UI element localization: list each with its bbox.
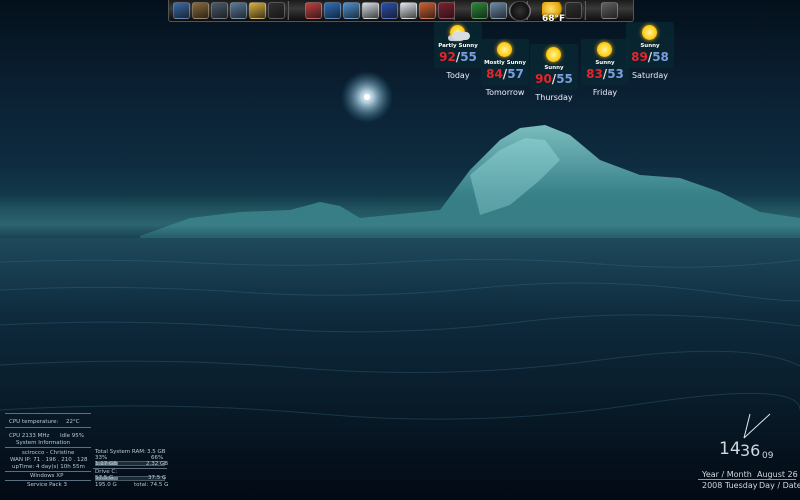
weather-day-name: Today	[446, 71, 470, 80]
low-temp: 55	[460, 50, 477, 64]
high-temp: 90	[535, 72, 552, 86]
drive-used: 57.5 G	[95, 475, 114, 481]
date-value: August 26	[757, 470, 798, 479]
weather-day-box: Partly Sunny 92/55	[434, 22, 482, 68]
pen-icon[interactable]	[565, 2, 582, 19]
weather-day-box: Sunny 89/58	[626, 22, 674, 68]
weather-day-box: Sunny 90/55	[530, 44, 578, 90]
clock-minute: 36	[740, 441, 761, 460]
weather-day-card[interactable]: Mostly Sunny 84/57 Tomorrow	[481, 39, 529, 97]
moon-core	[364, 94, 370, 100]
paint-icon[interactable]	[419, 2, 436, 19]
weather-day-name: Tomorrow	[485, 88, 525, 97]
weather-temps: 83/53	[581, 67, 629, 81]
weather-day-name: Saturday	[631, 71, 669, 80]
player-icon[interactable]	[343, 2, 360, 19]
high-temp: 92	[439, 50, 456, 64]
weather-day-card[interactable]: Sunny 83/53 Friday	[581, 39, 629, 97]
weather-day-name: Friday	[592, 88, 618, 97]
dock-separator	[287, 1, 289, 20]
weather-temps: 84/57	[481, 67, 529, 81]
low-temp: 55	[556, 72, 573, 86]
weather-condition: Partly Sunny	[438, 43, 478, 49]
weather-temp-overlay: 68°F	[542, 14, 566, 24]
year-month-label: Year / Month	[702, 470, 752, 479]
low-temp: 58	[652, 50, 669, 64]
computer-icon[interactable]	[173, 2, 190, 19]
briefcase-icon[interactable]	[192, 2, 209, 19]
low-temp: 53	[607, 67, 624, 81]
low-temp: 57	[507, 67, 524, 81]
drive-total-left: 195.0 G	[95, 482, 117, 488]
high-temp: 89	[631, 50, 648, 64]
media-player-icon[interactable]	[305, 2, 322, 19]
cpu-temp-label: CPU temperature:	[9, 419, 59, 425]
day-date-label: Day / Date	[759, 481, 800, 490]
weather-temps: 92/55	[434, 50, 482, 64]
weather-condition: Sunny	[640, 43, 660, 49]
recycle-bin-icon[interactable]	[211, 2, 228, 19]
sun-icon	[597, 42, 612, 57]
cloud-icon	[452, 32, 470, 40]
browser-icon[interactable]	[324, 2, 341, 19]
clock-seconds: 09	[762, 451, 774, 461]
weather-day-box: Mostly Sunny 84/57	[481, 39, 529, 85]
clipboard-icon[interactable]	[268, 2, 285, 19]
weather-day-card[interactable]: Sunny 89/58 Saturday	[626, 22, 674, 80]
wan-ip: WAN IP: 71 . 196 . 210 . 128	[10, 457, 88, 463]
weather-condition: Mostly Sunny	[484, 60, 526, 66]
document-icon[interactable]	[362, 2, 379, 19]
cpu-idle: Idle 95%	[60, 433, 84, 439]
system-info-heading: System Information	[16, 440, 71, 446]
sun-icon	[497, 42, 512, 57]
divider	[698, 479, 796, 480]
drive-total: total: 74.5 G	[134, 482, 169, 488]
game-icon[interactable]	[471, 2, 488, 19]
gear-icon[interactable]	[490, 2, 507, 19]
service-pack: Service Pack 3	[27, 482, 67, 488]
weather-condition: Sunny	[544, 65, 564, 71]
cpu-freq: CPU 2133 MHz	[9, 433, 50, 439]
weather-day-box: Sunny 83/53	[581, 39, 629, 85]
sun-icon	[642, 25, 657, 40]
high-temp: 83	[586, 67, 603, 81]
os-name: Windows XP	[30, 473, 64, 479]
uptime: upTime: 4 day(s) 10h 55m	[12, 464, 85, 470]
weather-day-name: Thursday	[535, 93, 573, 102]
divider	[5, 447, 91, 448]
usb-drive-icon[interactable]	[381, 2, 398, 19]
divider	[5, 427, 91, 428]
wallpaper-scene	[0, 71, 800, 500]
desktop-background: 68°F Partly Sunny 92/55 Today Mostly Sunny 8…	[0, 0, 800, 500]
weather-condition: Sunny	[595, 60, 615, 66]
divider	[5, 480, 91, 481]
divider	[5, 413, 91, 414]
ram-used: 1.17 GB	[95, 461, 118, 467]
divider	[5, 471, 91, 472]
weather-day-card[interactable]: Partly Sunny 92/55 Today	[434, 22, 482, 80]
weather-day-card[interactable]: Sunny 90/55 Thursday	[530, 44, 578, 102]
weather-temps: 90/55	[530, 72, 578, 86]
drive-free: 37.5 G	[148, 475, 167, 481]
cpu-temp-value: 22°C	[66, 419, 80, 425]
clock-gadget-icon[interactable]	[509, 1, 531, 21]
weather-temps: 89/58	[626, 50, 674, 64]
user-name: scirocco - Christine	[22, 450, 75, 456]
sun-icon	[546, 47, 561, 62]
folder-icon[interactable]	[249, 2, 266, 19]
clock-hour: 14	[719, 439, 741, 459]
dock-separator	[584, 1, 586, 20]
year-day: 2008 Tuesday	[702, 481, 758, 490]
figure-icon[interactable]	[438, 2, 455, 19]
user-icon[interactable]	[230, 2, 247, 19]
settings-icon[interactable]	[400, 2, 417, 19]
ram-free: 2.32 GB	[146, 461, 169, 467]
high-temp: 84	[486, 67, 503, 81]
battery-icon[interactable]	[601, 2, 618, 19]
